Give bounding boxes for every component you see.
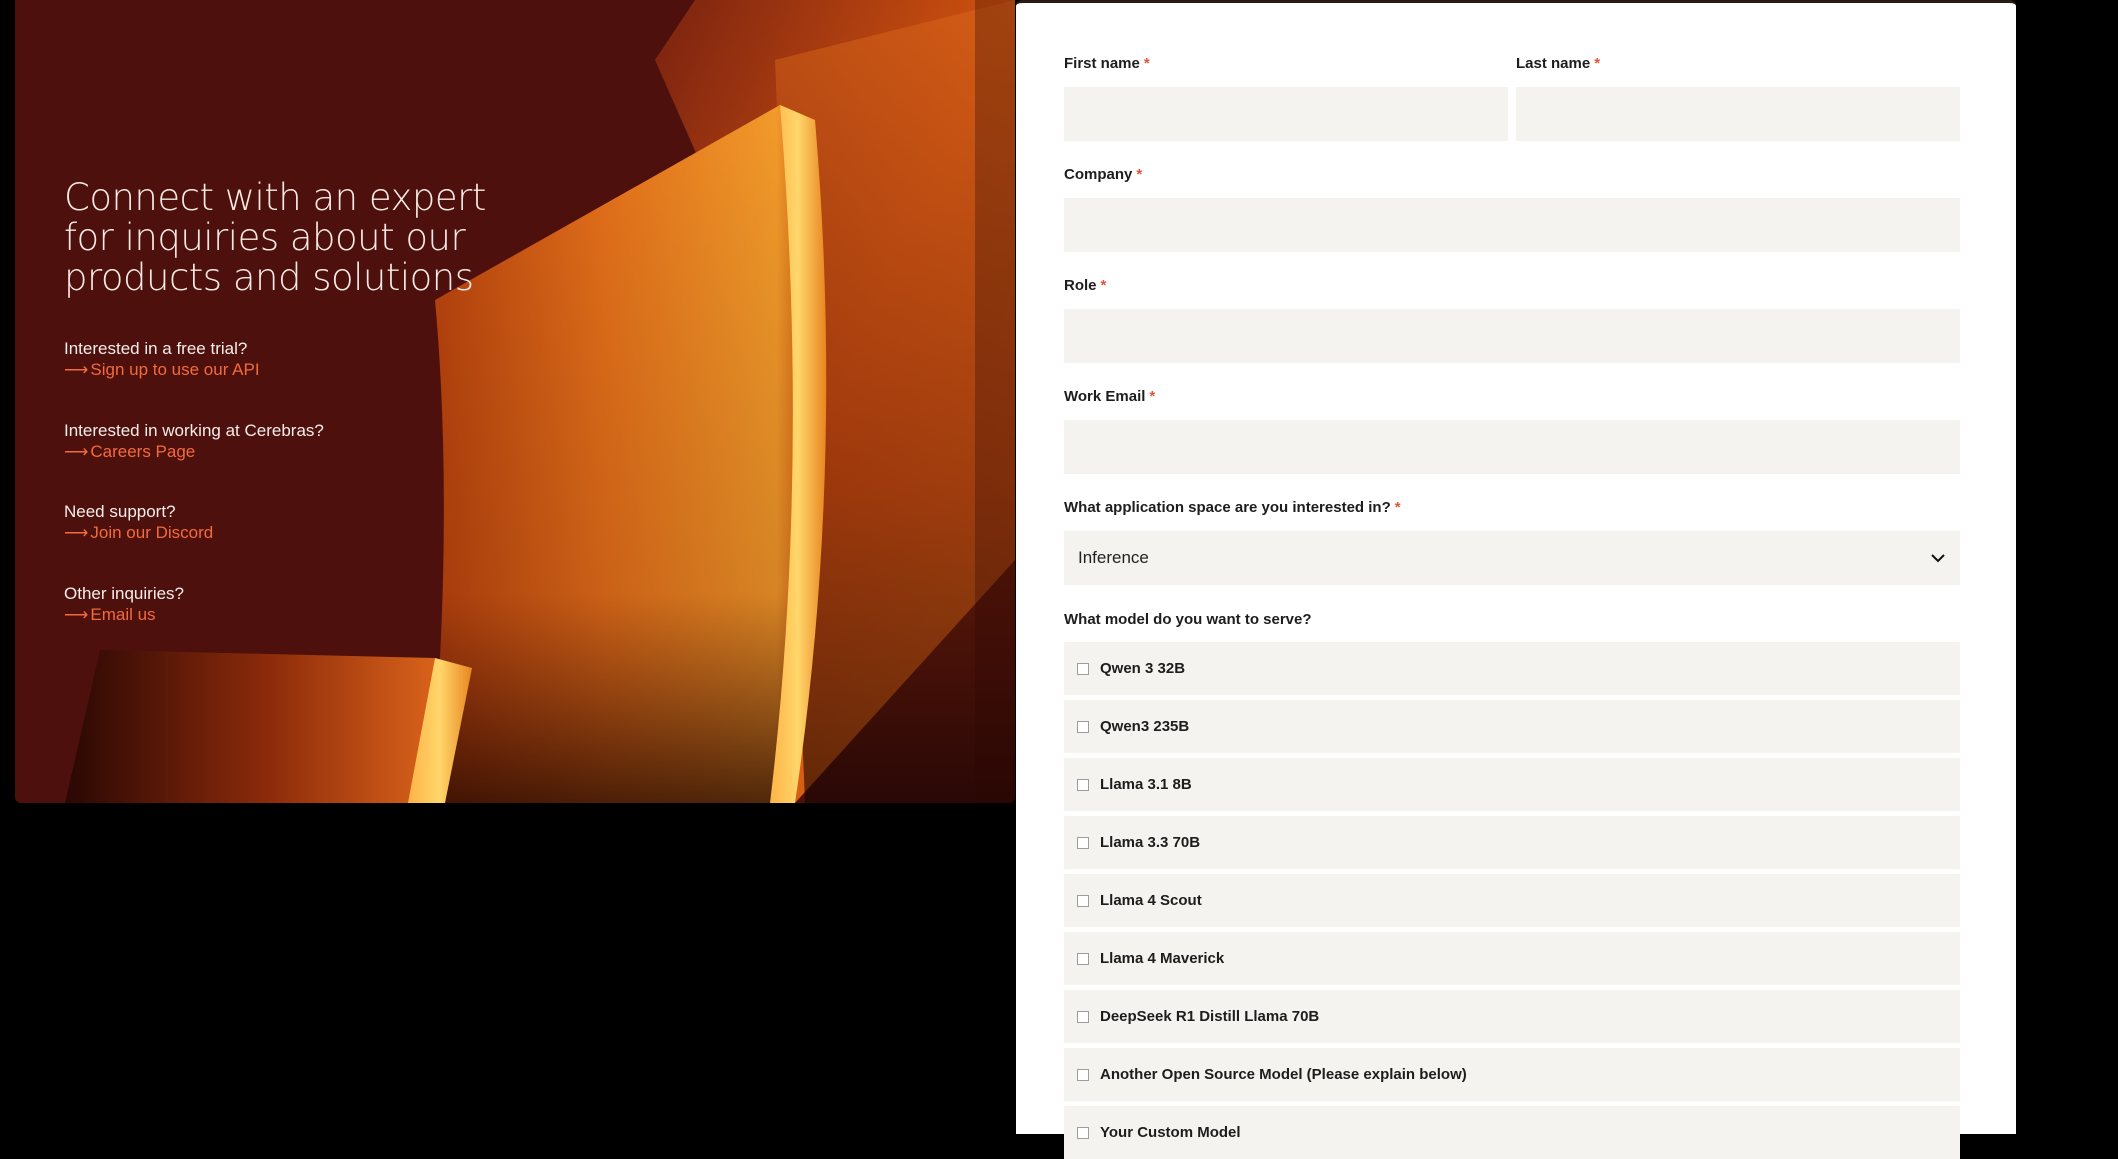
role-input[interactable] xyxy=(1064,309,1960,363)
checkbox[interactable] xyxy=(1077,778,1089,791)
required-mark: * xyxy=(1143,55,1150,72)
label-text: Role xyxy=(1064,277,1097,294)
work-email-input[interactable] xyxy=(1064,420,1960,474)
selected-value: Inference xyxy=(1078,548,1149,567)
model-option-row[interactable]: Another Open Source Model (Please explai… xyxy=(1064,1048,1960,1101)
checkbox[interactable] xyxy=(1077,1068,1089,1081)
company-label: Company * xyxy=(1064,166,1142,183)
first-name-input[interactable] xyxy=(1064,87,1508,141)
work-email-label: Work Email * xyxy=(1064,388,1155,405)
required-mark: * xyxy=(1136,166,1143,183)
role-label: Role * xyxy=(1064,277,1106,294)
model-option-label: DeepSeek R1 Distill Llama 70B xyxy=(1100,1008,1320,1025)
model-option-row[interactable]: Qwen 3 32B xyxy=(1064,642,1960,695)
cta-other: Other inquiries? ⟶ Email us xyxy=(64,583,184,625)
cta-free-trial: Interested in a free trial? ⟶ Sign up to … xyxy=(64,338,260,380)
cta-question: Interested in a free trial? xyxy=(64,339,248,358)
checkbox[interactable] xyxy=(1077,836,1089,849)
contact-form: First name * Last name * Company * Role * Wo… xyxy=(1016,0,2016,1159)
chevron-down-icon xyxy=(1931,554,1945,563)
model-option-row[interactable]: Llama 4 Maverick xyxy=(1064,932,1960,985)
label-text: First name xyxy=(1064,55,1140,72)
first-name-label: First name * xyxy=(1064,55,1150,72)
checkbox[interactable] xyxy=(1077,1126,1089,1139)
last-name-input[interactable] xyxy=(1516,87,1960,141)
model-option-label: Another Open Source Model (Please explai… xyxy=(1100,1066,1467,1083)
checkbox[interactable] xyxy=(1077,952,1089,965)
label-text: What application space are you intereste… xyxy=(1064,499,1391,516)
cta-link-label: Careers Page xyxy=(90,442,196,461)
model-option-row[interactable]: Llama 3.1 8B xyxy=(1064,758,1960,811)
model-option-label: Qwen 3 32B xyxy=(1100,660,1186,677)
required-mark: * xyxy=(1100,277,1107,294)
required-mark: * xyxy=(1149,388,1156,405)
cta-question: Interested in working at Cerebras? xyxy=(64,421,324,440)
checkbox[interactable] xyxy=(1077,662,1089,675)
checkbox[interactable] xyxy=(1077,1010,1089,1023)
hero-title-line: Connect with an expert xyxy=(64,176,486,219)
model-option-row[interactable]: Your Custom Model xyxy=(1064,1106,1960,1159)
application-space-label: What application space are you intereste… xyxy=(1064,499,1401,516)
application-space-select[interactable]: Inference xyxy=(1064,531,1960,585)
company-input[interactable] xyxy=(1064,198,1960,252)
cta-link-label: Sign up to use our API xyxy=(90,360,260,379)
cta-link-label: Join our Discord xyxy=(90,523,214,542)
label-text: Work Email xyxy=(1064,388,1146,405)
careers-page-link[interactable]: ⟶ Careers Page xyxy=(64,441,324,462)
arrow-right-icon: ⟶ xyxy=(64,605,89,624)
required-mark: * xyxy=(1594,55,1601,72)
last-name-label: Last name * xyxy=(1516,55,1600,72)
model-option-label: Llama 3.3 70B xyxy=(1100,834,1201,851)
model-option-label: Qwen3 235B xyxy=(1100,718,1190,735)
cta-careers: Interested in working at Cerebras? ⟶ Care… xyxy=(64,420,324,462)
model-option-row[interactable]: Llama 4 Scout xyxy=(1064,874,1960,927)
cta-link-label: Email us xyxy=(90,605,156,624)
hero-panel: Connect with an expert for inquiries abo… xyxy=(15,0,1015,803)
checkbox[interactable] xyxy=(1077,894,1089,907)
arrow-right-icon: ⟶ xyxy=(64,523,89,542)
required-mark: * xyxy=(1394,499,1401,516)
model-option-label: Your Custom Model xyxy=(1100,1124,1241,1141)
hero-title-line: for inquiries about our xyxy=(64,216,466,259)
cta-question: Need support? xyxy=(64,502,176,521)
model-option-row[interactable]: Qwen3 235B xyxy=(1064,700,1960,753)
cta-support: Need support? ⟶ Join our Discord xyxy=(64,501,213,543)
checkbox[interactable] xyxy=(1077,720,1089,733)
hero-title-line: products and solutions xyxy=(64,256,474,299)
cta-question: Other inquiries? xyxy=(64,584,185,603)
label-text: Company xyxy=(1064,166,1133,183)
signup-api-link[interactable]: ⟶ Sign up to use our API xyxy=(64,359,260,380)
model-option-label: Llama 4 Scout xyxy=(1100,892,1202,909)
email-us-link[interactable]: ⟶ Email us xyxy=(64,604,184,625)
model-label: What model do you want to serve? xyxy=(1064,611,1312,628)
model-option-row[interactable]: Llama 3.3 70B xyxy=(1064,816,1960,869)
hero-title: Connect with an expert for inquiries abo… xyxy=(64,178,486,298)
hero-background-art xyxy=(65,0,1015,803)
model-option-row[interactable]: DeepSeek R1 Distill Llama 70B xyxy=(1064,990,1960,1043)
arrow-right-icon: ⟶ xyxy=(64,360,89,379)
label-text: What model do you want to serve? xyxy=(1064,611,1312,628)
label-text: Last name xyxy=(1516,55,1591,72)
model-option-label: Llama 3.1 8B xyxy=(1100,776,1192,793)
model-option-label: Llama 4 Maverick xyxy=(1100,950,1225,967)
discord-link[interactable]: ⟶ Join our Discord xyxy=(64,522,213,543)
arrow-right-icon: ⟶ xyxy=(64,442,89,461)
